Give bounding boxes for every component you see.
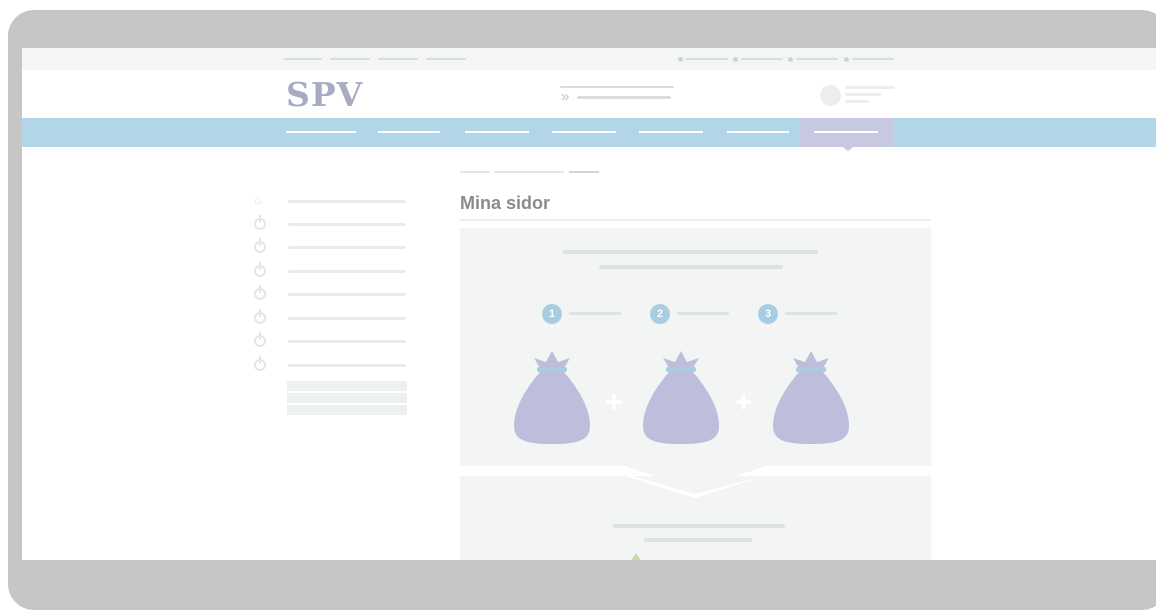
chevron-right-icon[interactable]: »: [561, 89, 569, 104]
utility-link[interactable]: [741, 58, 783, 60]
panel-text-line: [599, 265, 783, 269]
money-bag-icon: [643, 351, 719, 444]
avatar-icon[interactable]: [820, 85, 841, 106]
utility-dot-icon: [678, 57, 683, 62]
nav-item[interactable]: [286, 131, 356, 133]
utility-link[interactable]: [796, 58, 838, 60]
page-title: Mina sidor: [460, 193, 551, 213]
utility-dot-icon: [733, 57, 738, 62]
panel-text-line: [644, 538, 752, 542]
utility-link[interactable]: [378, 58, 418, 60]
search-placeholder-line: [560, 86, 674, 88]
step-label-line: [569, 312, 621, 315]
sidebar-item[interactable]: [288, 340, 406, 343]
panel-text-line: [563, 250, 818, 254]
breadcrumb-item[interactable]: [569, 171, 599, 173]
sidebar-box[interactable]: [287, 381, 407, 391]
nav-item[interactable]: [814, 131, 878, 133]
sidebar-bullet-icon: [254, 285, 266, 300]
login-label-line[interactable]: [845, 93, 881, 96]
sidebar-box[interactable]: [287, 393, 407, 403]
sidebar-item[interactable]: [288, 246, 406, 249]
chevron-down-icon: [460, 464, 931, 498]
utility-link[interactable]: [284, 58, 322, 60]
money-bag-icon: [631, 553, 641, 560]
nav-item[interactable]: [552, 131, 616, 133]
sidebar-bullet-icon: [254, 262, 266, 277]
home-icon[interactable]: ⌂: [254, 193, 262, 206]
plus-icon: +: [605, 386, 623, 419]
sidebar-item[interactable]: [288, 200, 406, 203]
breadcrumb-item[interactable]: [460, 171, 490, 173]
screen: SPV » ⌂ Mina sidor 1 2 3 + +: [22, 48, 1156, 560]
nav-item[interactable]: [727, 131, 789, 133]
nav-active-pointer: [840, 145, 856, 151]
utility-bar: [22, 48, 1156, 70]
money-bag-icon: [514, 351, 590, 444]
utility-dot-icon: [844, 57, 849, 62]
step-badge: 1: [542, 304, 562, 324]
sidebar-bullet-icon: [254, 238, 266, 253]
search-input[interactable]: [577, 96, 671, 99]
panel-text-line: [613, 524, 785, 528]
sidebar-bullet-icon: [254, 309, 266, 324]
nav-item[interactable]: [378, 131, 440, 133]
utility-link[interactable]: [852, 58, 894, 60]
nav-item[interactable]: [465, 131, 529, 133]
utility-link[interactable]: [426, 58, 466, 60]
nav-item[interactable]: [639, 131, 703, 133]
money-bag-icon: [773, 351, 849, 444]
step-label-line: [677, 312, 729, 315]
login-label-line[interactable]: [845, 100, 869, 103]
title-divider: [460, 219, 931, 221]
breadcrumb-item[interactable]: [494, 171, 564, 173]
sidebar-box[interactable]: [287, 405, 407, 415]
sidebar-item[interactable]: [288, 223, 406, 226]
step-badge: 3: [758, 304, 778, 324]
sidebar-bullet-icon: [254, 332, 266, 347]
plus-icon: +: [735, 386, 753, 419]
sidebar-item[interactable]: [288, 364, 406, 367]
utility-link[interactable]: [686, 58, 728, 60]
step-badge: 2: [650, 304, 670, 324]
sidebar-bullet-icon: [254, 215, 266, 230]
utility-link[interactable]: [330, 58, 370, 60]
sidebar-item[interactable]: [288, 270, 406, 273]
login-label-line[interactable]: [845, 86, 895, 89]
sidebar-bullet-icon: [254, 356, 266, 371]
sidebar-item[interactable]: [288, 293, 406, 296]
logo[interactable]: SPV: [286, 77, 363, 113]
sidebar-item[interactable]: [288, 317, 406, 320]
utility-dot-icon: [788, 57, 793, 62]
step-label-line: [785, 312, 837, 315]
